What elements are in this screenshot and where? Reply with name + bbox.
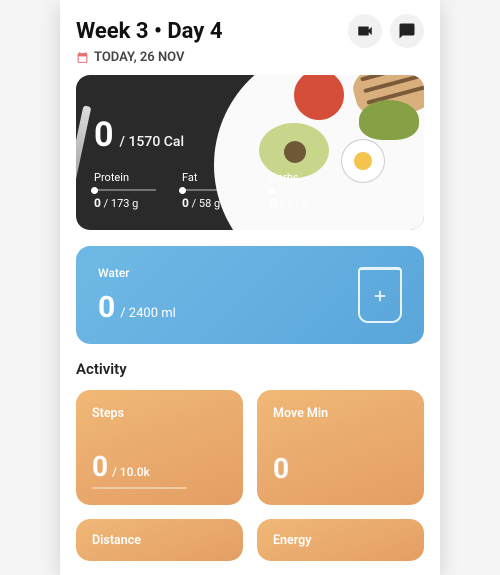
activity-value-row: 0 / 10.0k	[92, 450, 227, 483]
macro-protein: Protein 0 / 173 g	[94, 171, 156, 210]
activity-label: Steps	[92, 406, 227, 421]
macro-label: Fat	[182, 171, 244, 184]
macro-fat: Fat 0 / 58 g	[182, 171, 244, 210]
activity-value: 0	[273, 452, 289, 485]
macro-value: 0 / 91 g	[270, 196, 332, 210]
macro-progress-bar	[94, 189, 156, 191]
activity-label: Energy	[273, 533, 408, 548]
macro-progress-bar	[270, 189, 332, 191]
macro-value: 0 / 173 g	[94, 196, 156, 210]
page-title: Week 3 • Day 4	[76, 19, 222, 44]
date-row: TODAY, 26 NOV	[76, 50, 424, 65]
food-tomato	[294, 75, 344, 120]
activity-value: 0	[92, 450, 108, 483]
water-goal: / 2400 ml	[120, 306, 176, 321]
water-value: 0	[98, 290, 115, 325]
macro-label: Carbs	[270, 171, 332, 184]
add-water-button[interactable]	[358, 267, 402, 323]
activity-label: Distance	[92, 533, 227, 548]
activity-card-steps[interactable]: Steps 0 / 10.0k	[76, 390, 243, 505]
nutrition-card[interactable]: 0 / 1570 Cal Protein 0 / 173 g Fat 0 / 5…	[76, 75, 424, 230]
water-info: Water 0 / 2400 ml	[98, 266, 176, 325]
activity-goal: / 10.0k	[112, 465, 150, 479]
activity-section-title: Activity	[76, 360, 424, 378]
fork-illustration	[76, 105, 91, 214]
activity-progress-bar	[92, 487, 187, 489]
activity-card-movemin[interactable]: Move Min 0	[257, 390, 424, 505]
macro-label: Protein	[94, 171, 156, 184]
header-actions	[348, 14, 424, 48]
plus-icon	[371, 287, 389, 305]
water-label: Water	[98, 266, 176, 280]
activity-card-energy[interactable]: Energy	[257, 519, 424, 561]
calories-value: 0	[94, 115, 114, 155]
activity-card-distance[interactable]: Distance	[76, 519, 243, 561]
chat-button[interactable]	[390, 14, 424, 48]
water-card[interactable]: Water 0 / 2400 ml	[76, 246, 424, 344]
calendar-icon	[76, 51, 89, 64]
calories-goal: / 1570 Cal	[120, 134, 185, 150]
calories-row: 0 / 1570 Cal	[94, 115, 406, 155]
video-button[interactable]	[348, 14, 382, 48]
macros-row: Protein 0 / 173 g Fat 0 / 58 g Carbs 0 /…	[94, 171, 406, 210]
activity-grid: Steps 0 / 10.0k Move Min 0 Distance En	[76, 390, 424, 561]
macro-carbs: Carbs 0 / 91 g	[270, 171, 332, 210]
macro-progress-bar	[182, 189, 244, 191]
activity-value-row: 0	[273, 452, 408, 485]
chat-icon	[398, 22, 416, 40]
video-icon	[356, 22, 374, 40]
water-value-row: 0 / 2400 ml	[98, 290, 176, 325]
date-label: TODAY, 26 NOV	[94, 50, 184, 65]
header: Week 3 • Day 4	[76, 14, 424, 48]
app-screen: Week 3 • Day 4 TODAY, 26 NOV 0 / 1570 Ca…	[60, 0, 440, 575]
activity-label: Move Min	[273, 406, 408, 421]
macro-value: 0 / 58 g	[182, 196, 244, 210]
